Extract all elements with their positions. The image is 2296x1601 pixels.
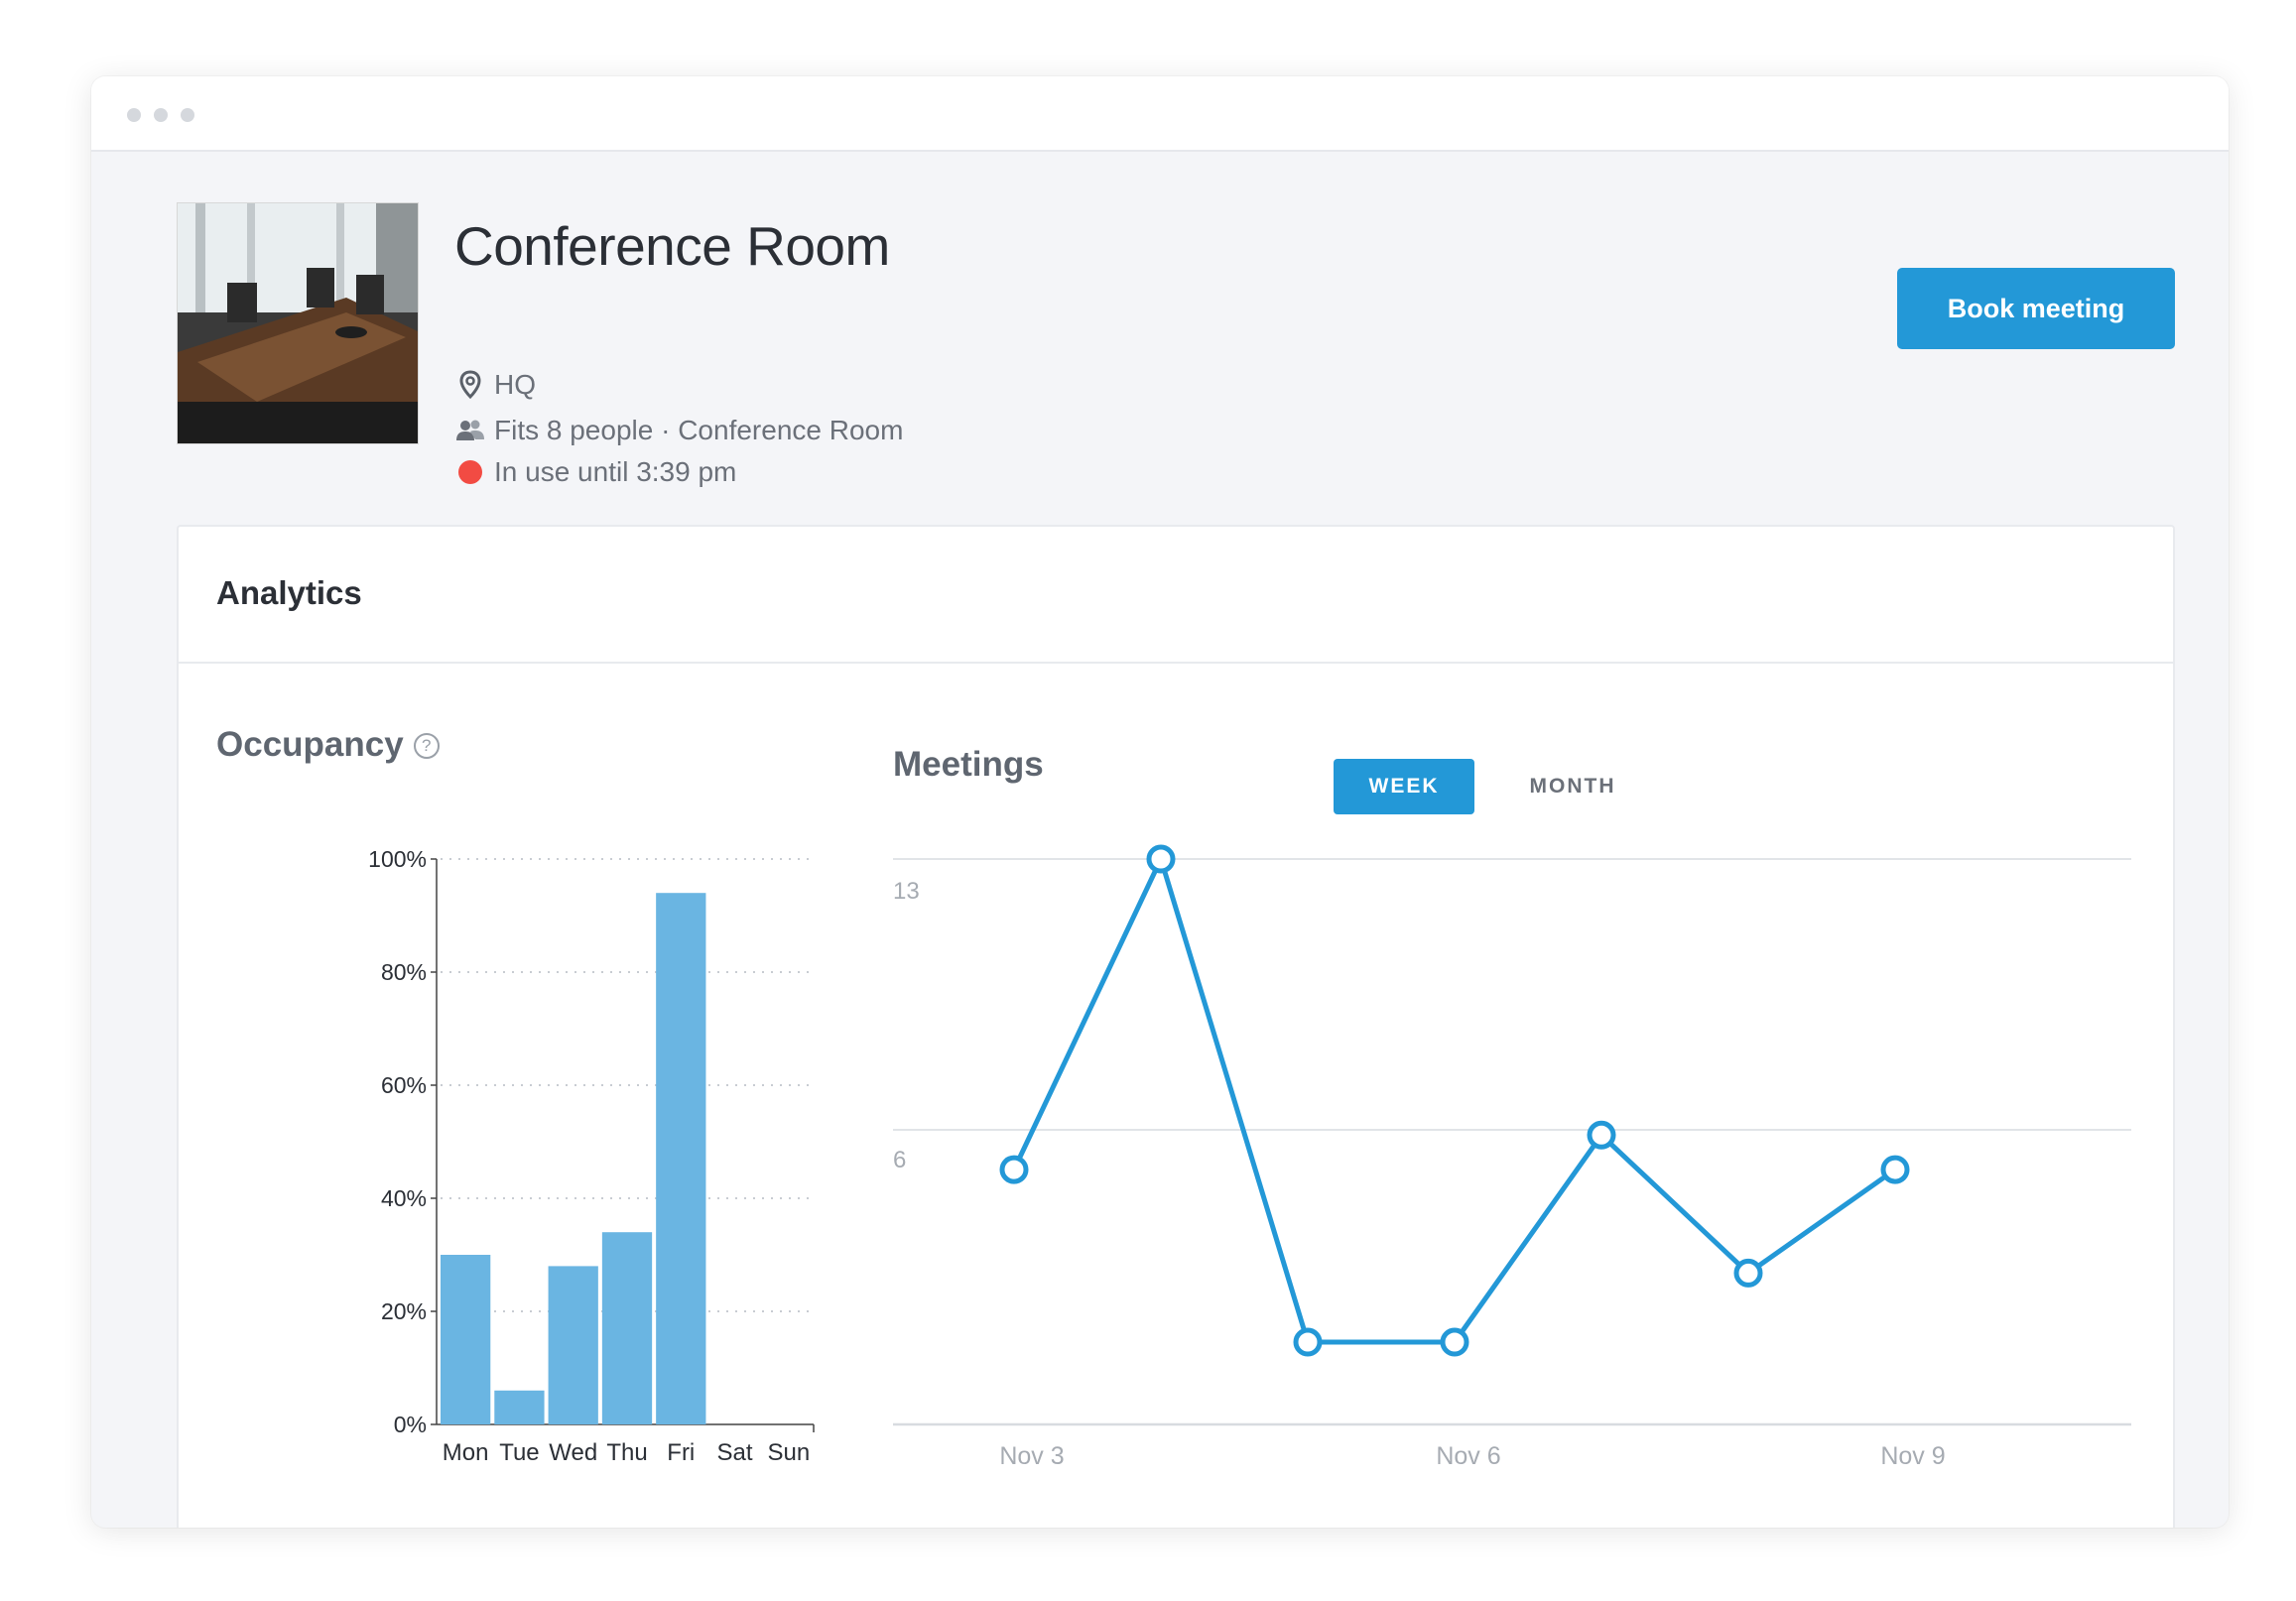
data-point: [1587, 1120, 1616, 1150]
app-window: Conference Room HQ Fits 8 people · Confe…: [91, 76, 2229, 1528]
x-tick-label: Sat: [717, 1439, 753, 1466]
y-tick-label: 13: [893, 878, 920, 905]
bar: [548, 1266, 598, 1424]
room-title: Conference Room: [454, 215, 890, 277]
bar: [656, 893, 706, 1424]
occupancy-title-text: Occupancy: [216, 725, 404, 764]
help-circle-icon[interactable]: ?: [413, 733, 440, 759]
capacity-text: Fits 8 people · Conference Room: [494, 415, 904, 445]
window-dot-icon[interactable]: [154, 108, 168, 122]
y-tick-label: 0%: [394, 1412, 427, 1437]
status-dot-icon: [454, 456, 486, 488]
x-tick-label: Fri: [667, 1439, 695, 1466]
occupancy-chart: 0% 20% 40% 60% 80% 100% Mon Tue Wed Thu Fri Sat Sun: [368, 846, 815, 1466]
y-tick-label: 40%: [381, 1185, 427, 1211]
x-tick-label: Tue: [499, 1439, 539, 1466]
bar: [494, 1390, 545, 1424]
capacity-row: Fits 8 people · Conference Room: [454, 415, 903, 446]
y-tick-label: 20%: [381, 1298, 427, 1324]
y-tick-label: 80%: [381, 959, 427, 985]
bar: [441, 1255, 491, 1424]
x-tick-label: Nov 3: [999, 1442, 1064, 1470]
analytics-header: Analytics: [179, 527, 2173, 664]
window-dot-icon[interactable]: [127, 108, 141, 122]
x-tick-label: Thu: [606, 1439, 647, 1466]
data-point: [1733, 1258, 1763, 1288]
location-text: HQ: [494, 369, 536, 400]
room-header: Conference Room HQ Fits 8 people · Confe…: [177, 202, 2175, 487]
location-row: HQ: [454, 369, 536, 401]
people-icon: [454, 415, 486, 446]
y-tick-label: 100%: [368, 846, 427, 872]
data-point: [1293, 1327, 1323, 1357]
x-tick-label: Nov 6: [1436, 1442, 1500, 1470]
y-tick-label: 6: [893, 1147, 906, 1173]
occupancy-title: Occupancy?: [216, 725, 440, 765]
data-point: [1440, 1327, 1469, 1357]
room-photo: [177, 202, 419, 444]
x-tick-label: Wed: [549, 1439, 597, 1466]
book-meeting-button[interactable]: Book meeting: [1897, 268, 2175, 349]
status-text: In use until 3:39 pm: [494, 456, 737, 487]
x-tick-label: Mon: [443, 1439, 489, 1466]
data-point: [1146, 844, 1176, 874]
analytics-card: Analytics Occupancy? Meetings WEEK MONTH…: [177, 525, 2175, 1528]
x-tick-label: Nov 9: [1880, 1442, 1945, 1470]
map-pin-icon: [454, 369, 486, 401]
analytics-title: Analytics: [216, 574, 362, 611]
tab-month[interactable]: MONTH: [1502, 759, 1643, 814]
series-line: [1011, 856, 1897, 1345]
y-tick-label: 60%: [381, 1072, 427, 1098]
tab-week[interactable]: WEEK: [1334, 759, 1474, 814]
window-dot-icon[interactable]: [181, 108, 194, 122]
bar: [601, 1232, 653, 1424]
data-point: [1880, 1155, 1910, 1184]
meetings-chart: 13 6 Nov 3 Nov 6 Nov 9: [893, 844, 2131, 1470]
x-tick-label: Sun: [768, 1439, 811, 1466]
title-bar: [91, 76, 2229, 152]
meetings-title: Meetings: [893, 745, 1044, 784]
data-point: [999, 1155, 1029, 1184]
status-row: In use until 3:39 pm: [454, 456, 736, 488]
